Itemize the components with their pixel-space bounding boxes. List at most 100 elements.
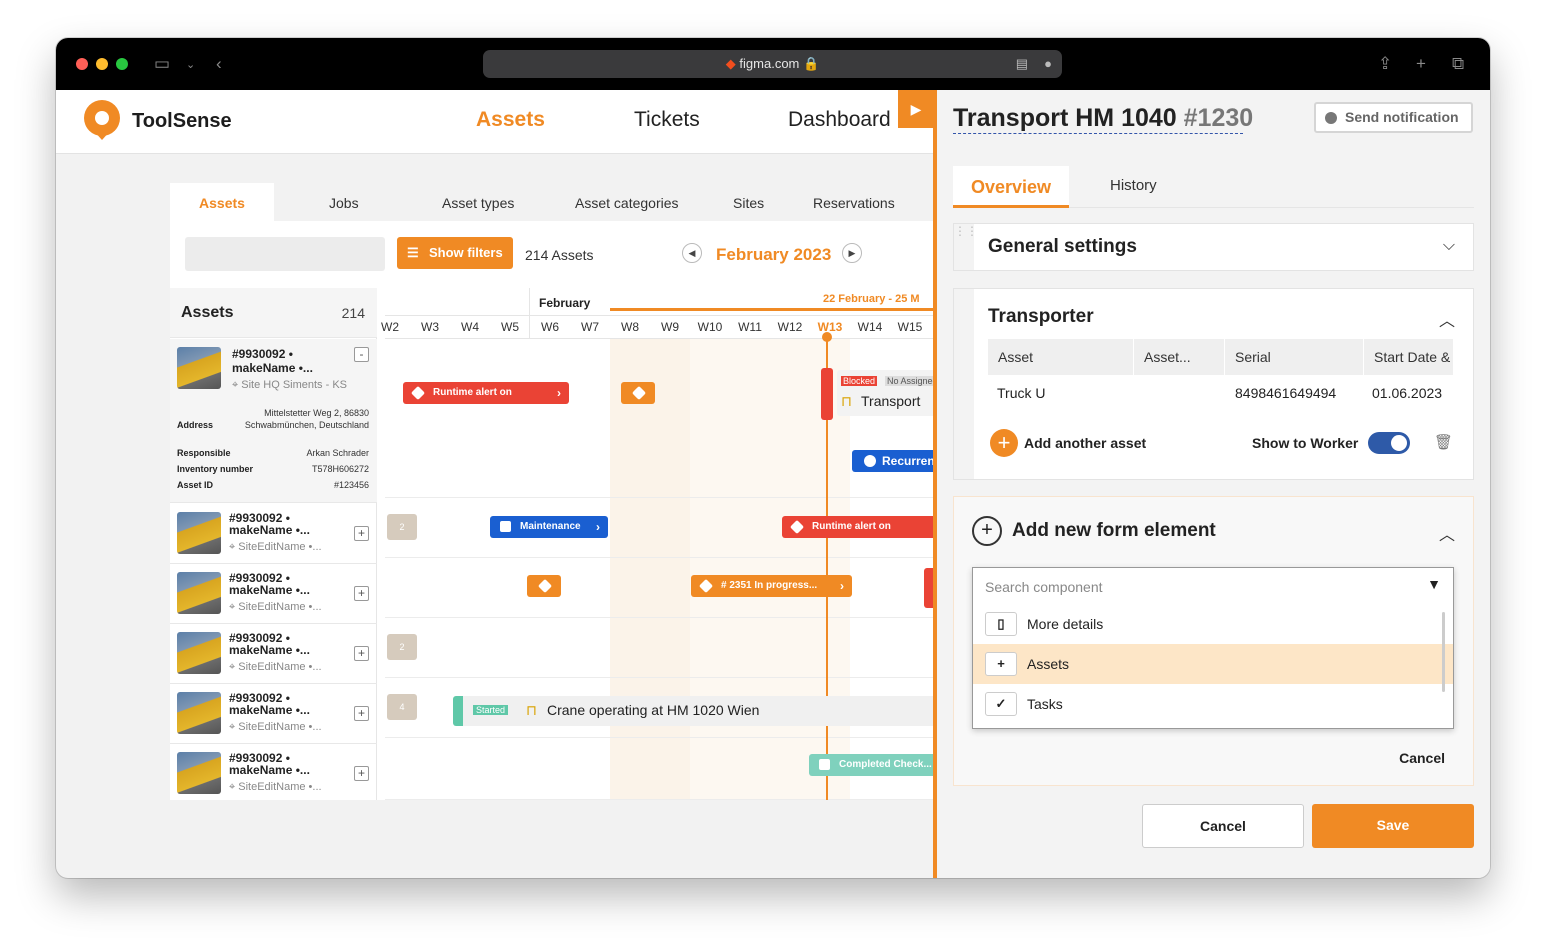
event-completed-check[interactable]: Completed Check... <box>809 754 936 776</box>
drag-handle-icon[interactable] <box>954 289 974 479</box>
week-label: W2 <box>381 320 399 334</box>
plus-icon: + <box>985 652 1017 676</box>
event-runtime-alert[interactable]: Runtime alert on › <box>403 382 569 404</box>
map-icon: ▯ <box>985 612 1017 636</box>
recurring-icon <box>864 455 876 467</box>
option-more-details[interactable]: ▯ More details <box>973 604 1453 644</box>
event-in-progress[interactable]: # 2351 In progress... › <box>691 575 852 597</box>
more-icon[interactable]: ● <box>1044 50 1052 78</box>
address-bar[interactable]: ◆ figma.com 🔒 ▤ ● <box>483 50 1062 78</box>
event-tag[interactable] <box>621 382 655 404</box>
show-to-worker-toggle[interactable] <box>1368 432 1410 454</box>
event-crane-operating[interactable]: Started ⊓ Crane operating at HM 1020 Wie… <box>463 696 936 726</box>
chevron-up-icon[interactable]: ︿ <box>1439 521 1455 545</box>
asset-name: makeName •... <box>229 583 310 597</box>
tab-reservations[interactable]: Reservations <box>813 195 895 211</box>
send-notification-label: Send notification <box>1345 109 1459 125</box>
expand-button[interactable]: + <box>354 586 369 601</box>
search-component-input[interactable]: Search component <box>985 579 1103 595</box>
tabs-overview-icon[interactable]: ⧉ <box>1452 54 1464 74</box>
minimize-window-button[interactable] <box>96 58 108 70</box>
tab-asset-categories[interactable]: Asset categories <box>575 195 679 211</box>
general-settings-section[interactable]: ⋮⋮ General settings ⌵ <box>953 223 1474 271</box>
collapse-button[interactable]: - <box>354 347 369 362</box>
event-group-count[interactable]: 2 <box>387 634 417 660</box>
tab-assets[interactable]: Assets <box>170 183 274 221</box>
chevron-down-icon[interactable]: ⌵ <box>1443 237 1455 255</box>
prev-month-button[interactable]: ◀ <box>682 243 702 263</box>
next-month-button[interactable]: ▶ <box>842 243 862 263</box>
component-dropdown[interactable]: Search component ▼ ▯ More details + Asse… <box>972 567 1454 729</box>
event-recurring[interactable]: Recurrent <box>852 450 936 472</box>
save-button[interactable]: Save <box>1312 804 1474 848</box>
add-circle-icon[interactable]: + <box>972 516 1002 546</box>
event-label: Maintenance <box>520 521 581 532</box>
search-input[interactable] <box>185 237 385 271</box>
close-window-button[interactable] <box>76 58 88 70</box>
expand-button[interactable]: + <box>354 766 369 781</box>
column-header-asset[interactable]: Asset <box>988 339 1134 375</box>
cancel-form-element-button[interactable]: Cancel <box>1399 750 1445 766</box>
tab-history[interactable]: History <box>1110 177 1157 194</box>
asset-item-expanded[interactable]: #9930092 • makeName •... ⌖ Site HQ Simen… <box>170 339 377 503</box>
nav-assets[interactable]: Assets <box>476 108 545 132</box>
expand-button[interactable]: + <box>354 526 369 541</box>
asset-list-title: Assets <box>181 304 234 321</box>
row-divider <box>385 737 936 738</box>
dropdown-scrollbar[interactable] <box>1442 612 1445 692</box>
dropdown-arrow-icon[interactable]: ▼ <box>1427 576 1441 592</box>
new-tab-icon[interactable]: + <box>1416 54 1426 74</box>
asset-list-item[interactable]: #9930092 • makeName •... ⌖ SiteEditName … <box>170 504 377 564</box>
assets-card: Assets Jobs Asset types Asset categories… <box>170 183 936 800</box>
expand-button[interactable]: + <box>354 706 369 721</box>
drag-handle-icon[interactable]: ⋮⋮ <box>954 224 978 270</box>
send-icon <box>1325 112 1337 124</box>
asset-list-item[interactable]: #9930092 • makeName •... ⌖ SiteEditName … <box>170 564 377 624</box>
option-assets[interactable]: + Assets <box>973 644 1453 684</box>
nav-tickets[interactable]: Tickets <box>634 108 700 132</box>
panel-collapse-button[interactable]: ▶ <box>898 90 934 128</box>
detail-value-inventory: T578H606272 <box>311 464 369 474</box>
week-label: W3 <box>421 320 439 334</box>
reader-icon[interactable]: ▤ <box>1016 50 1028 78</box>
chevron-down-icon[interactable]: ⌄ <box>186 58 195 71</box>
show-filters-button[interactable]: ☰ Show filters <box>397 237 513 269</box>
chevron-up-icon[interactable]: ︿ <box>1439 307 1455 331</box>
trash-icon[interactable]: 🗑 <box>1434 433 1453 451</box>
chevron-right-icon: › <box>596 520 600 534</box>
asset-list-item[interactable]: #9930092 • makeName •... ⌖ SiteEditName … <box>170 624 377 684</box>
option-tasks[interactable]: ✓ Tasks <box>973 684 1453 724</box>
event-group-count[interactable]: 4 <box>387 694 417 720</box>
share-icon[interactable]: ⇪ <box>1378 54 1392 74</box>
tab-sites[interactable]: Sites <box>733 195 764 211</box>
add-asset-icon[interactable]: + <box>990 429 1018 457</box>
tab-overview[interactable]: Overview <box>953 166 1069 208</box>
event-maintenance[interactable]: Maintenance › <box>490 516 608 538</box>
cell-serial[interactable]: 8498461649494 <box>1235 385 1336 401</box>
event-marker-red[interactable] <box>821 368 833 420</box>
column-header-serial[interactable]: Serial <box>1225 339 1364 375</box>
back-icon[interactable]: ‹ <box>216 54 222 74</box>
asset-list-item[interactable]: #9930092 • makeName •... ⌖ SiteEditName … <box>170 744 377 804</box>
column-header-start-date[interactable]: Start Date & T <box>1364 339 1454 375</box>
event-tag[interactable] <box>527 575 561 597</box>
tab-jobs[interactable]: Jobs <box>329 195 359 211</box>
nav-dashboard[interactable]: Dashboard <box>788 108 891 132</box>
panel-title-text: Transport HM 1040 <box>953 104 1177 132</box>
event-group-count[interactable]: 2 <box>387 514 417 540</box>
send-notification-button[interactable]: Send notification <box>1314 102 1473 133</box>
maximize-window-button[interactable] <box>116 58 128 70</box>
asset-site: ⌖ SiteEditName •... <box>229 601 322 614</box>
cell-asset[interactable]: Truck U <box>997 385 1045 401</box>
expand-button[interactable]: + <box>354 646 369 661</box>
cancel-button[interactable]: Cancel <box>1142 804 1304 848</box>
event-runtime-alert[interactable]: Runtime alert on <box>782 516 936 538</box>
sidebar-icon[interactable]: ▭ <box>154 54 170 74</box>
add-another-asset-button[interactable]: Add another asset <box>1024 435 1146 451</box>
cell-start-date[interactable]: 01.06.2023 <box>1372 385 1442 401</box>
event-transport[interactable]: Blocked No Assignee ⊓ Transport <box>837 370 936 416</box>
tab-asset-types[interactable]: Asset types <box>442 195 514 211</box>
asset-list-item[interactable]: #9930092 • makeName •... ⌖ SiteEditName … <box>170 684 377 744</box>
week-label-current: W13 <box>817 320 843 334</box>
column-header-asset-2[interactable]: Asset... <box>1134 339 1225 375</box>
